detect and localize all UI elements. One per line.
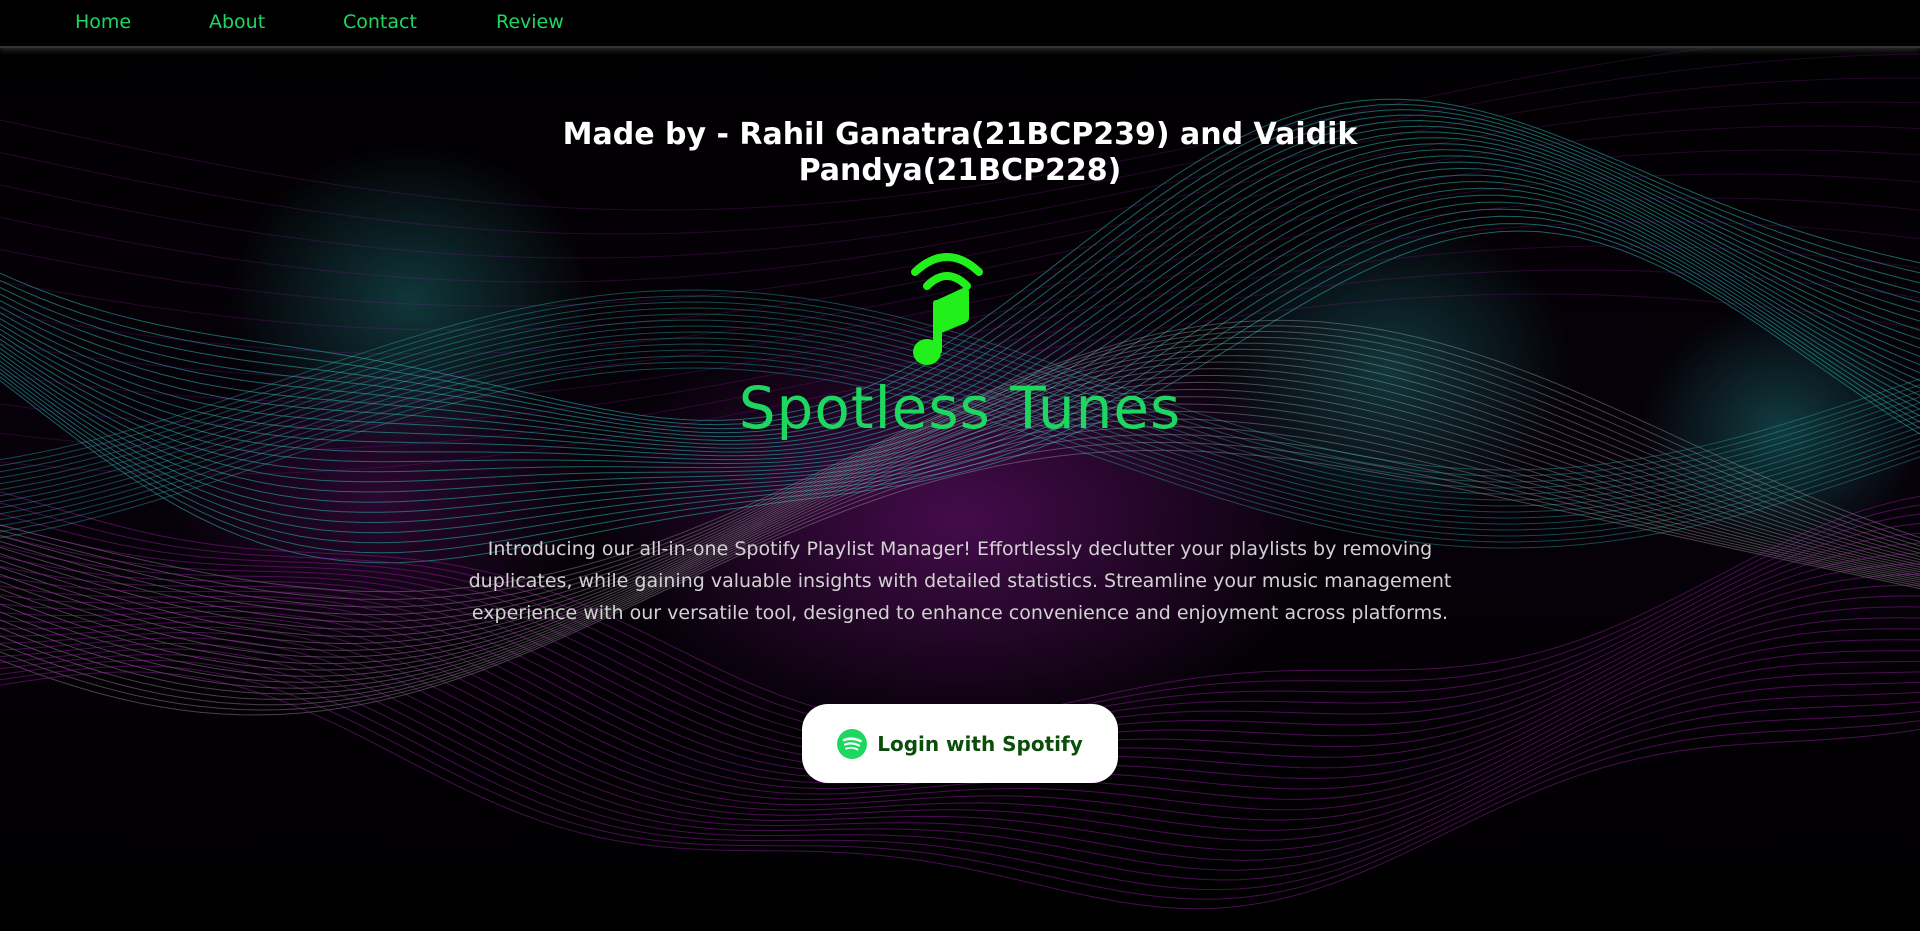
nav-review-link[interactable]: Review	[496, 11, 564, 33]
intro-description: Introducing our all-in-one Spotify Playl…	[468, 538, 1452, 624]
login-button-label: Login with Spotify	[877, 731, 1083, 756]
landing-page: Home About Contact Review Made by - Rahi…	[0, 0, 1920, 931]
spotify-icon	[837, 728, 868, 759]
top-navbar: Home About Contact Review	[0, 0, 1920, 48]
made-by-heading: Made by - Rahil Ganatra(21BCP239) and Va…	[562, 117, 1358, 188]
brand-title: Spotless Tunes	[738, 374, 1182, 442]
nav-contact-link[interactable]: Contact	[343, 11, 417, 33]
music-note-wifi-icon	[911, 253, 983, 365]
nav-home-link[interactable]: Home	[75, 11, 131, 33]
login-with-spotify-button[interactable]: Login with Spotify	[802, 704, 1118, 783]
nav-about-link[interactable]: About	[209, 11, 265, 33]
